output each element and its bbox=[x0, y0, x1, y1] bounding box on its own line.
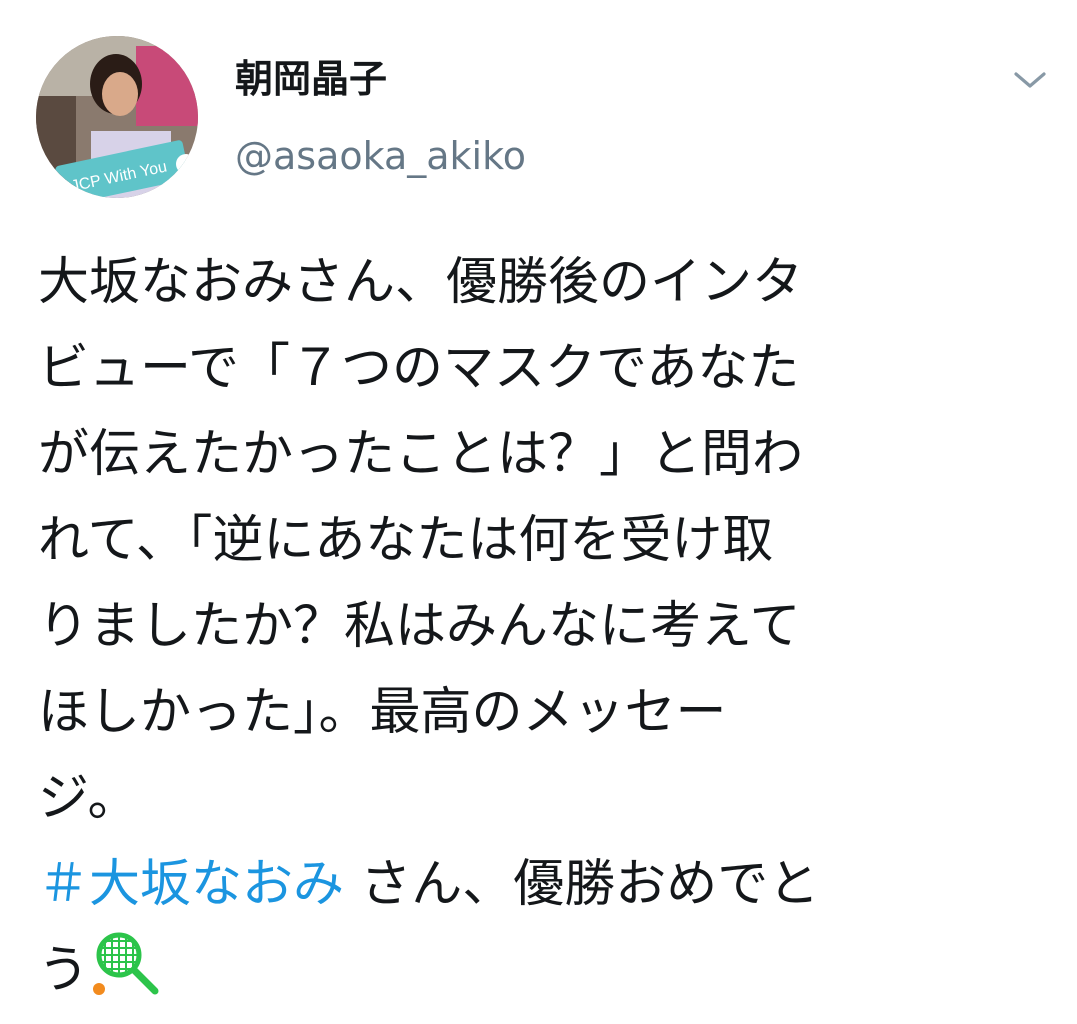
tweet-text-line: ジ。 bbox=[38, 769, 139, 828]
display-name[interactable]: 朝岡晶子 bbox=[235, 52, 387, 106]
tweet-text-line: 大坂なおみさん、優勝後のインタ bbox=[38, 253, 804, 312]
tweet-text-segment: さん、優勝おめでと bbox=[360, 855, 820, 914]
tennis-racket-icon bbox=[91, 931, 161, 1024]
chevron-down-icon bbox=[1014, 72, 1046, 88]
tweet-text-line: ほしかった」。最高のメッセー bbox=[38, 683, 727, 742]
tweet-menu-button[interactable] bbox=[1002, 60, 1058, 100]
tweet-text-line: が伝えたかったことは？」と問わ bbox=[38, 425, 804, 484]
tweet-text-line: ビューで「７つのマスクであなた bbox=[38, 339, 800, 398]
tweet-text-line: りましたか？私はみんなに考えて bbox=[38, 597, 801, 656]
avatar-image: JCP With You bbox=[36, 36, 198, 198]
tweet-text: 大坂なおみさん、優勝後のインタ ビューで「７つのマスクであなた が伝えたかったこ… bbox=[38, 240, 1038, 1014]
tweet-text-line: う bbox=[38, 928, 1038, 1014]
user-handle[interactable]: @asaoka_akiko bbox=[235, 130, 526, 182]
tweet-text-line: れて、「逆にあなたは何を受け取 bbox=[38, 511, 774, 570]
tweet-text-segment: う bbox=[38, 941, 90, 1000]
avatar[interactable]: JCP With You bbox=[36, 36, 198, 198]
hashtag-link[interactable]: ＃大坂なおみ bbox=[38, 855, 344, 914]
tweet-text-line: ＃大坂なおみ さん、優勝おめでと bbox=[38, 842, 1038, 928]
